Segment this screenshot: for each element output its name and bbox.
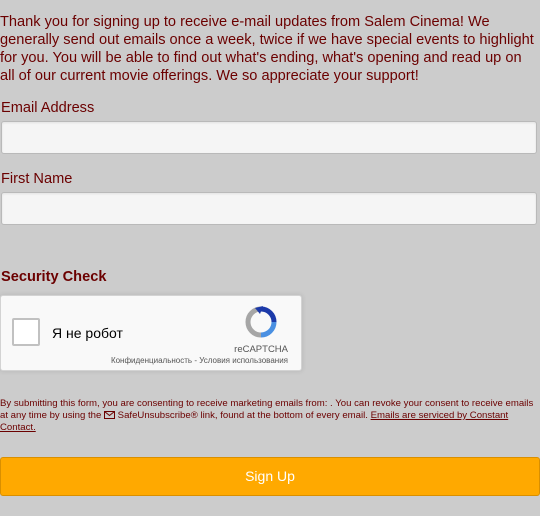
recaptcha-links: Конфиденциальность - Условия использован… (111, 356, 288, 365)
security-check-title: Security Check (1, 269, 107, 285)
recaptcha-brand: reCAPTCHA (234, 344, 288, 355)
envelope-icon (104, 411, 115, 419)
email-label: Email Address (1, 100, 95, 116)
email-field[interactable] (1, 121, 537, 154)
consent-text-part-2: link, found at the bottom of every email… (197, 410, 371, 421)
recaptcha-widget: Я не робот reCAPTCHA Конфиденциальность … (0, 295, 302, 371)
first-name-field[interactable] (1, 192, 537, 225)
recaptcha-checkbox[interactable] (12, 318, 40, 346)
sign-up-button[interactable]: Sign Up (0, 457, 540, 496)
intro-text: Thank you for signing up to receive e-ma… (0, 14, 534, 84)
recaptcha-terms-link[interactable]: Условия использования (199, 356, 288, 365)
first-name-label: First Name (1, 171, 73, 187)
recaptcha-logo-icon (245, 306, 277, 338)
safeunsubscribe-text: SafeUnsubscribe® (117, 410, 198, 421)
recaptcha-checkbox-label: Я не робот (52, 325, 123, 341)
consent-text: By submitting this form, you are consent… (0, 398, 540, 434)
recaptcha-privacy-link[interactable]: Конфиденциальность (111, 356, 192, 365)
